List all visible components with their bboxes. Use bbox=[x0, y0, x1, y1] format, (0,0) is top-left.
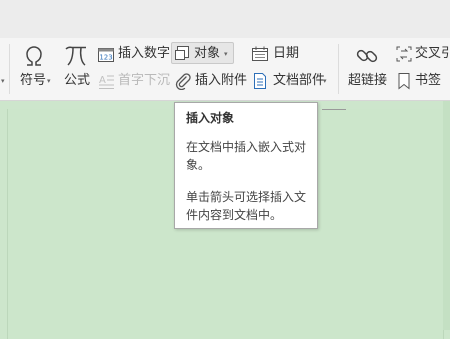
doc-parts-dropdown-icon[interactable]: ▾ bbox=[323, 77, 327, 85]
svg-text:123: 123 bbox=[99, 54, 112, 62]
cross-ref-button[interactable]: 交叉引 bbox=[415, 46, 450, 62]
bookmark-button[interactable]: 书签 bbox=[415, 73, 441, 89]
drop-cap-icon: A bbox=[97, 72, 115, 90]
document-parts-icon[interactable] bbox=[251, 72, 269, 90]
svg-text:A: A bbox=[99, 75, 106, 86]
object-dropdown-icon[interactable]: ▾ bbox=[224, 50, 228, 58]
symbol-button[interactable]: 符号 bbox=[20, 73, 46, 89]
object-tooltip: 插入对象 在文档中插入嵌入式对象。 单击箭头可选择插入文件内容到文档中。 bbox=[174, 102, 318, 229]
ribbon-separator bbox=[338, 44, 339, 94]
omega-icon[interactable] bbox=[20, 42, 48, 70]
hyperlink-button[interactable]: 超链接 bbox=[348, 73, 387, 89]
tooltip-title: 插入对象 bbox=[186, 111, 235, 125]
document-margin bbox=[443, 101, 450, 330]
ribbon-tab-strip bbox=[0, 0, 450, 38]
object-label[interactable]: 对象 bbox=[194, 46, 220, 62]
symbol-dropdown-icon[interactable]: ▾ bbox=[47, 77, 51, 85]
chain-link-icon[interactable] bbox=[354, 43, 380, 69]
doc-parts-button[interactable]: 文档部件 bbox=[273, 73, 325, 89]
insert-number-button[interactable]: 插入数字 bbox=[118, 46, 170, 62]
calendar-icon[interactable] bbox=[251, 45, 269, 63]
formula-button[interactable]: 公式 bbox=[64, 73, 90, 89]
attachment-button[interactable]: 插入附件 bbox=[195, 73, 247, 89]
object-icon[interactable] bbox=[174, 45, 191, 62]
cross-reference-icon[interactable] bbox=[395, 45, 413, 63]
tooltip-hint: 单击箭头可选择插入文件内容到文档中。 bbox=[186, 190, 307, 222]
bookmark-icon[interactable] bbox=[395, 72, 413, 90]
ribbon-separator bbox=[9, 44, 10, 94]
page-corner-mark bbox=[322, 109, 346, 110]
tooltip-description: 在文档中插入嵌入式对象。 bbox=[186, 140, 307, 172]
pi-icon[interactable] bbox=[63, 42, 91, 70]
date-button[interactable]: 日期 bbox=[273, 46, 299, 62]
dropdown-arrow-icon[interactable]: ▾ bbox=[1, 77, 5, 85]
drop-cap-button: 首字下沉 bbox=[118, 73, 171, 88]
paperclip-icon[interactable] bbox=[174, 72, 192, 91]
number-123-icon[interactable]: 123 bbox=[97, 45, 115, 63]
